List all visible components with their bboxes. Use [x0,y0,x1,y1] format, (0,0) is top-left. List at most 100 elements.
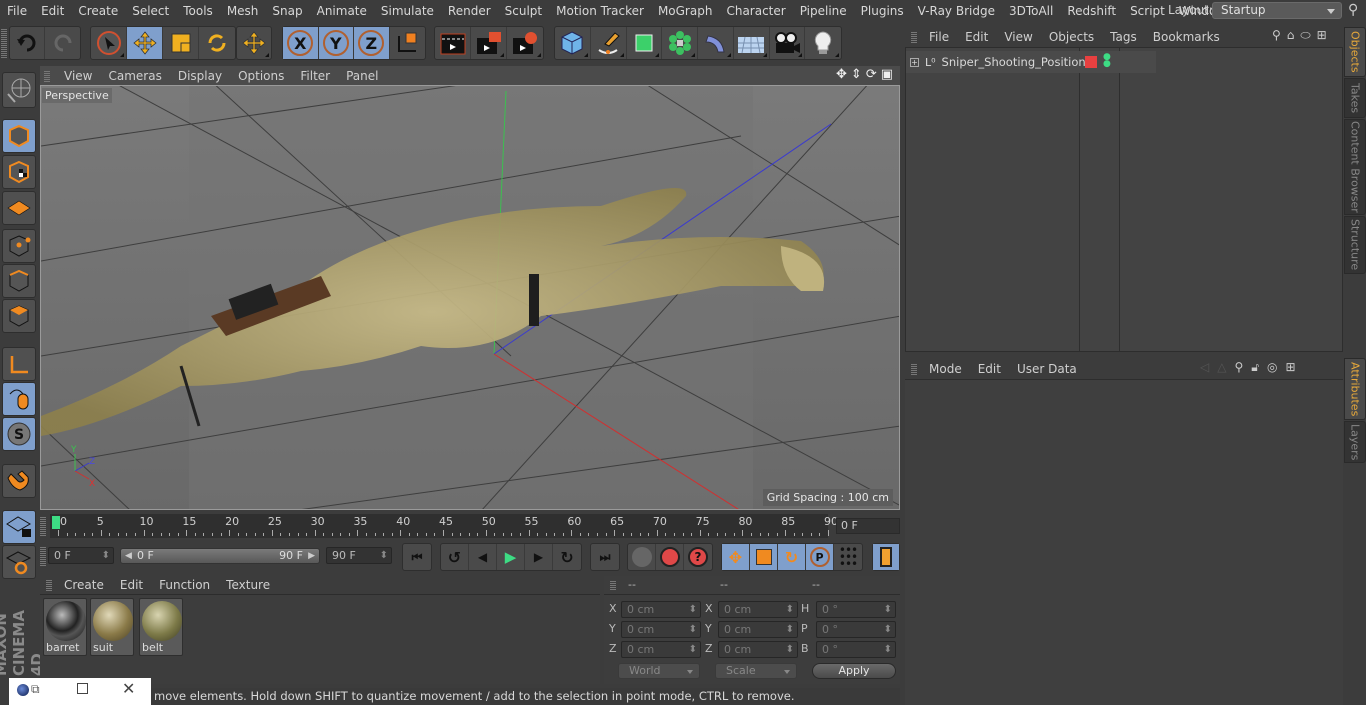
move-tool-button[interactable] [127,27,163,59]
tab-takes[interactable]: Takes [1344,78,1366,118]
edges-mode-button[interactable] [2,264,36,298]
undo-button[interactable] [10,27,46,59]
current-frame-field[interactable]: 0 F [836,518,900,534]
next-key-button[interactable]: ↻ [553,544,581,570]
rotate-tool-button[interactable] [199,27,235,59]
add-cube-button[interactable] [555,27,591,59]
material-menu-create[interactable]: Create [56,578,112,592]
expand-icon[interactable]: + [910,57,919,67]
timeline-ruler[interactable]: 0 5 10 15 20 25 30 35 40 45 50 55 60 65 70 75 80 85 90 [50,514,838,538]
snap-settings-button[interactable]: S [2,417,36,451]
dolly-icon[interactable]: ⇕ [851,67,862,82]
previous-key-button[interactable]: ↺ [441,544,469,570]
add-floor-button[interactable] [734,27,770,59]
menu-sculpt[interactable]: Sculpt [498,4,549,18]
add-subdivision-button[interactable] [627,27,663,59]
key-pla-button[interactable]: ••• ••• ••• [834,544,862,570]
tweak-mode-button[interactable] [2,382,36,416]
go-to-start-button[interactable]: ⏮ [403,544,431,570]
attributes-grip[interactable] [911,362,917,375]
make-editable-button[interactable] [2,72,36,108]
menu-select[interactable]: Select [125,4,176,18]
magnet-snap-button[interactable] [2,464,36,498]
timeline-grip[interactable] [40,516,46,536]
record-keys-button[interactable] [628,544,656,570]
viewport-menu-cameras[interactable]: Cameras [100,69,169,83]
scale-tool-button[interactable] [163,27,199,59]
go-to-end-button[interactable]: ⏭ [591,544,619,570]
coord-value-field[interactable]: 0 cm [718,601,798,618]
material-menu-function[interactable]: Function [151,578,218,592]
polygons-mode-button[interactable] [2,299,36,333]
material-swatch[interactable]: belt [139,598,183,656]
menu-mesh[interactable]: Mesh [220,4,266,18]
lock-icon[interactable]: 🔓︎ [1251,360,1259,375]
home-icon[interactable]: ⌂ [1287,28,1295,43]
material-swatch[interactable]: suit [90,598,134,656]
close-icon[interactable]: ✕ [122,679,135,698]
object-menu-tags[interactable]: Tags [1102,30,1145,44]
menu-script[interactable]: Script [1123,4,1172,18]
viewport-menu-filter[interactable]: Filter [292,69,338,83]
coord-value-field[interactable]: 0 cm [718,641,798,658]
lock-workplane-button[interactable] [2,510,36,544]
timeline-window-button[interactable] [873,544,899,570]
menu-redshift[interactable]: Redshift [1060,4,1123,18]
object-row[interactable]: + L⁰ Sniper_Shooting_Position ● ● [906,51,1156,73]
apply-button[interactable]: Apply [812,663,896,679]
planar-workplane-button[interactable] [2,545,36,579]
material-menu-texture[interactable]: Texture [218,578,278,592]
object-menu-view[interactable]: View [996,30,1040,44]
camera-label[interactable]: Perspective [42,88,112,103]
render-settings-button[interactable] [507,27,543,59]
x-axis-lock-button[interactable]: X [283,27,319,59]
coordinates-grip[interactable] [610,580,616,590]
coord-value-field[interactable]: 0 cm [621,621,701,638]
material-menu-edit[interactable]: Edit [112,578,151,592]
end-frame-field[interactable]: 90 F [326,547,392,564]
object-menu-objects[interactable]: Objects [1041,30,1102,44]
workplane-mode-button[interactable] [2,191,36,225]
menu-tools[interactable]: Tools [176,4,220,18]
menu-create[interactable]: Create [71,4,125,18]
render-view-button[interactable] [435,27,471,59]
menu-plugins[interactable]: Plugins [854,4,911,18]
viewport-menu-panel[interactable]: Panel [338,69,386,83]
material-grip[interactable] [46,579,52,591]
coord-value-field[interactable]: 0 ° [816,601,896,618]
attribute-menu-user-data[interactable]: User Data [1009,362,1085,376]
viewport-3d[interactable]: Y Z X Grid Spacing : 100 cm [40,85,900,510]
add-camera-button[interactable] [770,27,806,59]
frame-range-slider[interactable]: ◀ 0 F 90 F ▶ [120,548,320,564]
up-arrow-icon[interactable]: △ [1217,360,1226,375]
viewport-menu-options[interactable]: Options [230,69,292,83]
pan-icon[interactable]: ✥ [836,67,847,82]
tab-layers[interactable]: Layers [1344,421,1366,463]
tab-content-browser[interactable]: Content Browser [1344,119,1366,215]
menu-animate[interactable]: Animate [310,4,374,18]
add-spline-pen-button[interactable] [591,27,627,59]
coordinate-system-button[interactable] [390,27,425,59]
object-menu-file[interactable]: File [921,30,957,44]
viewport-menu-view[interactable]: View [56,69,100,83]
object-name[interactable]: Sniper_Shooting_Position [942,55,1086,69]
object-menu-edit[interactable]: Edit [957,30,996,44]
key-position-button[interactable]: ✥ [722,544,750,570]
menu-3dtoall[interactable]: 3DToAll [1002,4,1060,18]
new-window-icon[interactable]: ⊞ [1286,360,1296,375]
toolbar-grip[interactable] [1,28,7,58]
restore-icon[interactable]: ⧉ [31,682,40,697]
new-window-icon[interactable]: ⊞ [1317,28,1327,43]
menu-snap[interactable]: Snap [265,4,309,18]
menu-v-ray-bridge[interactable]: V-Ray Bridge [911,4,1002,18]
key-rotation-button[interactable]: ↻ [778,544,806,570]
menu-motion-tracker[interactable]: Motion Tracker [549,4,651,18]
recent-tool-button[interactable] [237,27,271,59]
key-scale-button[interactable] [750,544,778,570]
viewport-menu-display[interactable]: Display [170,69,230,83]
points-mode-button[interactable] [2,229,36,263]
add-light-button[interactable] [805,27,841,59]
menu-character[interactable]: Character [719,4,792,18]
attribute-menu-mode[interactable]: Mode [921,362,970,376]
back-arrow-icon[interactable]: ◁ [1200,360,1209,375]
